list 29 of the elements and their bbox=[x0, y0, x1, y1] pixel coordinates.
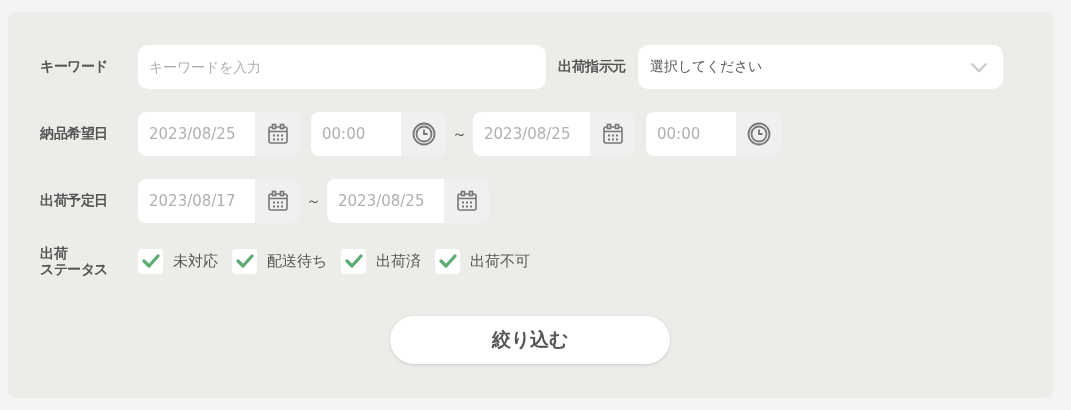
check-icon bbox=[438, 254, 457, 268]
chevron-down-icon bbox=[969, 61, 988, 73]
checkbox[interactable] bbox=[341, 248, 366, 274]
checkbox[interactable] bbox=[435, 248, 460, 274]
field-label: 出荷指示元 bbox=[558, 58, 626, 76]
checkbox[interactable] bbox=[232, 248, 257, 274]
keyword-field[interactable]: キーワードを入力 bbox=[138, 45, 546, 89]
checkbox[interactable] bbox=[138, 248, 163, 274]
calendar-icon bbox=[455, 190, 478, 212]
check-icon bbox=[235, 254, 254, 268]
range-separator: ～ bbox=[306, 191, 321, 211]
filter-button[interactable]: 絞り込む bbox=[390, 316, 670, 364]
field-label: 出荷 ステータス bbox=[40, 245, 109, 277]
checkbox-label[interactable]: 出荷済 bbox=[376, 251, 421, 271]
field-label: キーワード bbox=[40, 58, 109, 76]
check-icon bbox=[141, 254, 160, 268]
range-separator: ～ bbox=[452, 124, 467, 144]
checkbox-label[interactable]: 未対応 bbox=[173, 251, 218, 271]
checkbox-label[interactable]: 配送待ち bbox=[267, 251, 327, 271]
source-dropdown[interactable]: 選択してください bbox=[637, 45, 1003, 89]
field-label: 納品希望日 bbox=[40, 125, 109, 143]
check-icon bbox=[344, 254, 363, 268]
calendar-icon bbox=[266, 123, 289, 145]
calendar-icon bbox=[266, 190, 289, 212]
calendar-icon bbox=[601, 123, 624, 145]
clock-icon bbox=[746, 122, 771, 146]
checkbox-label[interactable]: 出荷不可 bbox=[470, 251, 530, 271]
field-label: 出荷予定日 bbox=[40, 192, 109, 210]
clock-icon bbox=[411, 122, 436, 146]
